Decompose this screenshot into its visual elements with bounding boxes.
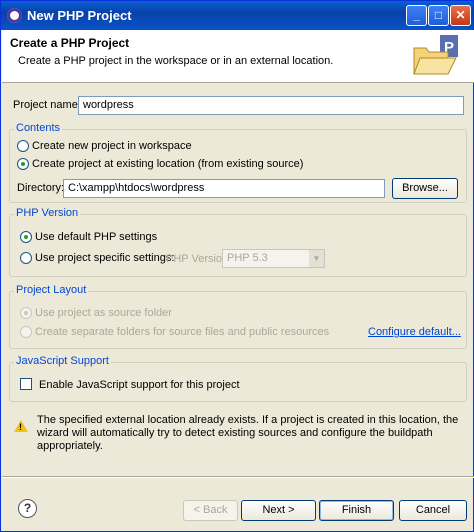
finish-button[interactable]: Finish [319, 500, 394, 521]
enable-javascript-label[interactable]: Enable JavaScript support for this proje… [39, 379, 240, 391]
warning-message: The specified external location already … [37, 414, 459, 452]
warning-icon-mark: ! [19, 422, 22, 432]
close-button[interactable]: ✕ [450, 5, 471, 26]
project-layout-group: Project Layout [9, 284, 467, 349]
maximize-button[interactable]: □ [428, 5, 449, 26]
javascript-support-legend: JavaScript Support [14, 355, 111, 367]
create-existing-label[interactable]: Create project at existing location (fro… [32, 158, 303, 170]
create-new-label[interactable]: Create new project in workspace [32, 140, 192, 152]
project-name-label: Project name: [13, 99, 81, 111]
directory-input[interactable]: C:\xampp\htdocs\wordpress [63, 179, 385, 198]
footer-separator [2, 476, 474, 478]
separate-folders-radio [20, 326, 32, 338]
eclipse-icon [7, 8, 22, 23]
enable-javascript-checkbox[interactable] [20, 378, 32, 390]
wizard-header: Create a PHP Project Create a PHP projec… [2, 30, 474, 83]
project-name-input[interactable]: wordpress [78, 96, 464, 115]
next-button[interactable]: Next > [241, 500, 316, 521]
source-folder-radio [20, 307, 32, 319]
source-folder-label: Use project as source folder [35, 307, 172, 319]
contents-legend: Contents [14, 122, 63, 134]
specific-php-radio[interactable] [20, 252, 32, 264]
default-php-radio[interactable] [20, 231, 32, 243]
page-description: Create a PHP project in the workspace or… [18, 55, 334, 67]
php-version-legend: PHP Version [14, 207, 81, 219]
configure-default-link[interactable]: Configure default... [368, 326, 461, 338]
project-layout-legend: Project Layout [14, 284, 89, 296]
title-bar: New PHP Project _ □ ✕ [1, 1, 473, 30]
php-version-value: PHP 5.3 [227, 252, 268, 264]
new-php-project-dialog: New PHP Project _ □ ✕ Create a PHP Proje… [0, 0, 474, 532]
page-title: Create a PHP Project [10, 36, 130, 50]
browse-button[interactable]: Browse... [392, 178, 458, 199]
separate-folders-label: Create separate folders for source files… [35, 326, 330, 338]
create-new-radio[interactable] [17, 140, 29, 152]
php-project-wizard-icon: P [413, 35, 458, 75]
help-icon[interactable]: ? [18, 499, 37, 518]
directory-label: Directory: [17, 182, 65, 194]
chevron-down-icon: ▼ [309, 250, 324, 267]
back-button: < Back [183, 500, 238, 521]
minimize-button[interactable]: _ [406, 5, 427, 26]
window-title: New PHP Project [27, 8, 132, 23]
create-existing-radio[interactable] [17, 158, 29, 170]
default-php-label[interactable]: Use default PHP settings [35, 231, 157, 243]
specific-php-label[interactable]: Use project specific settings: [35, 252, 174, 264]
cancel-button[interactable]: Cancel [399, 500, 467, 521]
php-version-select: PHP 5.3 ▼ [222, 249, 325, 268]
